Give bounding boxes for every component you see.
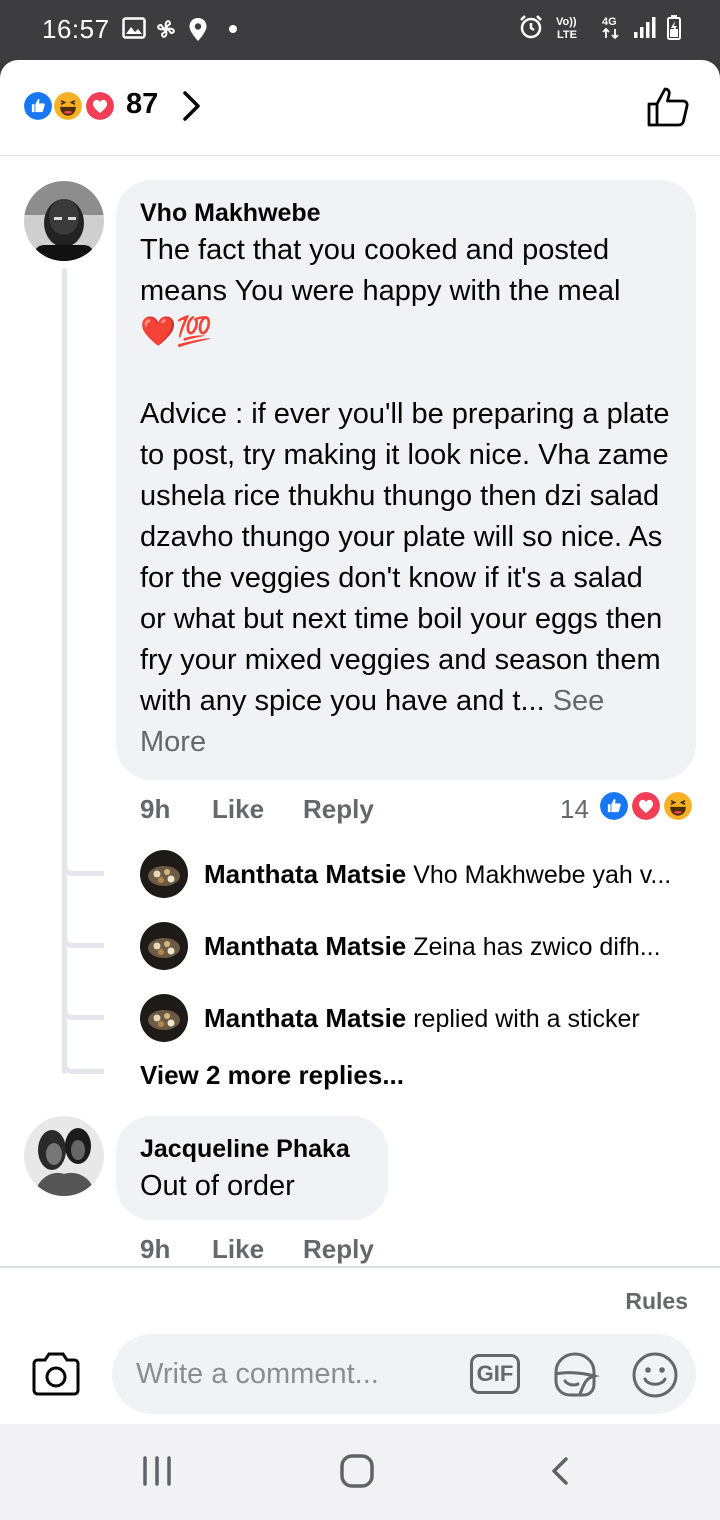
- reaction-count[interactable]: 87: [126, 88, 158, 121]
- emoji-icon[interactable]: [630, 1350, 680, 1400]
- thread-branch: [62, 934, 104, 948]
- battery-icon: [667, 15, 681, 40]
- svg-text:Vo)): Vo)): [556, 16, 577, 28]
- reply-text: Vho Makhwebe yah v...: [413, 861, 672, 889]
- comment-reaction-count[interactable]: 14: [560, 794, 589, 825]
- reactions-header[interactable]: 87: [0, 60, 720, 156]
- comment-actions: 9h Like Reply: [140, 794, 400, 828]
- comment-author[interactable]: Vho Makhwebe: [140, 196, 672, 230]
- comment-bubble[interactable]: Jacqueline Phaka Out of order: [116, 1116, 388, 1220]
- comment-input[interactable]: [112, 1334, 696, 1414]
- sticker-icon[interactable]: [550, 1350, 600, 1400]
- like-icon[interactable]: [646, 86, 690, 128]
- 4g-icon: 4G: [602, 16, 619, 40]
- comment-composer: Rules GIF: [0, 1266, 720, 1424]
- reply-author[interactable]: Manthata Matsie: [204, 1003, 406, 1033]
- gif-button[interactable]: GIF: [470, 1354, 520, 1394]
- comment-text: Out of order: [140, 1170, 295, 1202]
- haha-reaction-icon: [52, 90, 84, 122]
- reply-author[interactable]: Manthata Matsie: [204, 931, 406, 961]
- reply-avatar[interactable]: [140, 850, 188, 898]
- signal-icon: [634, 17, 656, 38]
- reply-item[interactable]: Manthata Matsie Zeina has zwico difh...: [140, 922, 700, 972]
- home-icon[interactable]: [339, 1453, 375, 1489]
- reply-item[interactable]: Manthata Matsie replied with a sticker: [140, 994, 700, 1044]
- reply-avatar-photo: [140, 850, 188, 898]
- like-reaction-icon: [22, 90, 54, 122]
- comment-text: The fact that you cooked and posted mean…: [140, 230, 672, 763]
- comment-time: 9h: [140, 794, 171, 824]
- reply-button[interactable]: Reply: [303, 794, 374, 825]
- avatar[interactable]: [24, 181, 104, 261]
- gallery-icon: [122, 17, 146, 39]
- view-more-replies-link[interactable]: View 2 more replies...: [140, 1060, 404, 1091]
- comment-reaction-icons[interactable]: [598, 790, 694, 822]
- comment-body: The fact that you cooked and posted mean…: [140, 234, 670, 717]
- comments-sheet: 87 Vho Makhwebe The fact that you cooked…: [0, 60, 720, 1424]
- alarm-icon: [520, 15, 542, 39]
- thread-branch: [62, 1060, 104, 1074]
- like-reaction-icon: [598, 790, 630, 822]
- comment-bubble[interactable]: Vho Makhwebe The fact that you cooked an…: [116, 180, 696, 780]
- reply-author[interactable]: Manthata Matsie: [204, 859, 406, 889]
- reply-content: Manthata Matsie Vho Makhwebe yah v...: [204, 859, 671, 890]
- avatar[interactable]: [24, 1116, 104, 1196]
- thread-branch: [62, 1006, 104, 1020]
- chevron-right-icon[interactable]: [180, 90, 202, 122]
- avatar-photo: [24, 181, 104, 261]
- reply-avatar[interactable]: [140, 922, 188, 970]
- camera-icon[interactable]: [30, 1352, 82, 1396]
- like-button[interactable]: Like: [212, 794, 264, 825]
- svg-text:LTE: LTE: [557, 29, 577, 40]
- rules-link[interactable]: Rules: [625, 1288, 688, 1315]
- status-time: 16:57: [42, 14, 110, 44]
- recent-apps-icon[interactable]: [140, 1456, 174, 1486]
- reply-avatar-photo: [140, 994, 188, 1042]
- pinwheel-icon: [157, 20, 175, 38]
- haha-reaction-icon: [662, 790, 694, 822]
- comment-author[interactable]: Jacqueline Phaka: [140, 1132, 364, 1166]
- reply-avatar-photo: [140, 922, 188, 970]
- reply-item[interactable]: Manthata Matsie Vho Makhwebe yah v...: [140, 850, 700, 900]
- location-icon: [189, 18, 207, 41]
- reply-text: Zeina has zwico difh...: [413, 933, 661, 961]
- status-bar: 16:57 Vo)) LTE 4G: [0, 0, 720, 60]
- comment-time: 9h: [140, 1234, 171, 1264]
- volte-icon: Vo)) LTE: [556, 16, 577, 40]
- back-icon[interactable]: [548, 1456, 572, 1486]
- reply-content: Manthata Matsie replied with a sticker: [204, 1003, 640, 1034]
- system-nav-bar: [0, 1424, 720, 1520]
- reply-content: Manthata Matsie Zeina has zwico difh...: [204, 931, 661, 962]
- reaction-icons: [22, 90, 122, 122]
- dot-icon: [229, 25, 237, 33]
- svg-text:4G: 4G: [602, 16, 617, 28]
- comment-actions: 9h Like Reply: [140, 1234, 400, 1268]
- love-reaction-icon: [630, 790, 662, 822]
- reply-button[interactable]: Reply: [303, 1234, 374, 1265]
- like-button[interactable]: Like: [212, 1234, 264, 1265]
- thread-branch: [62, 862, 104, 876]
- status-right-icons: Vo)) LTE 4G: [518, 14, 682, 40]
- thread-line: [62, 268, 67, 1074]
- reply-text: replied with a sticker: [413, 1005, 640, 1033]
- reply-avatar[interactable]: [140, 994, 188, 1042]
- love-reaction-icon: [84, 90, 116, 122]
- avatar-photo: [24, 1116, 104, 1196]
